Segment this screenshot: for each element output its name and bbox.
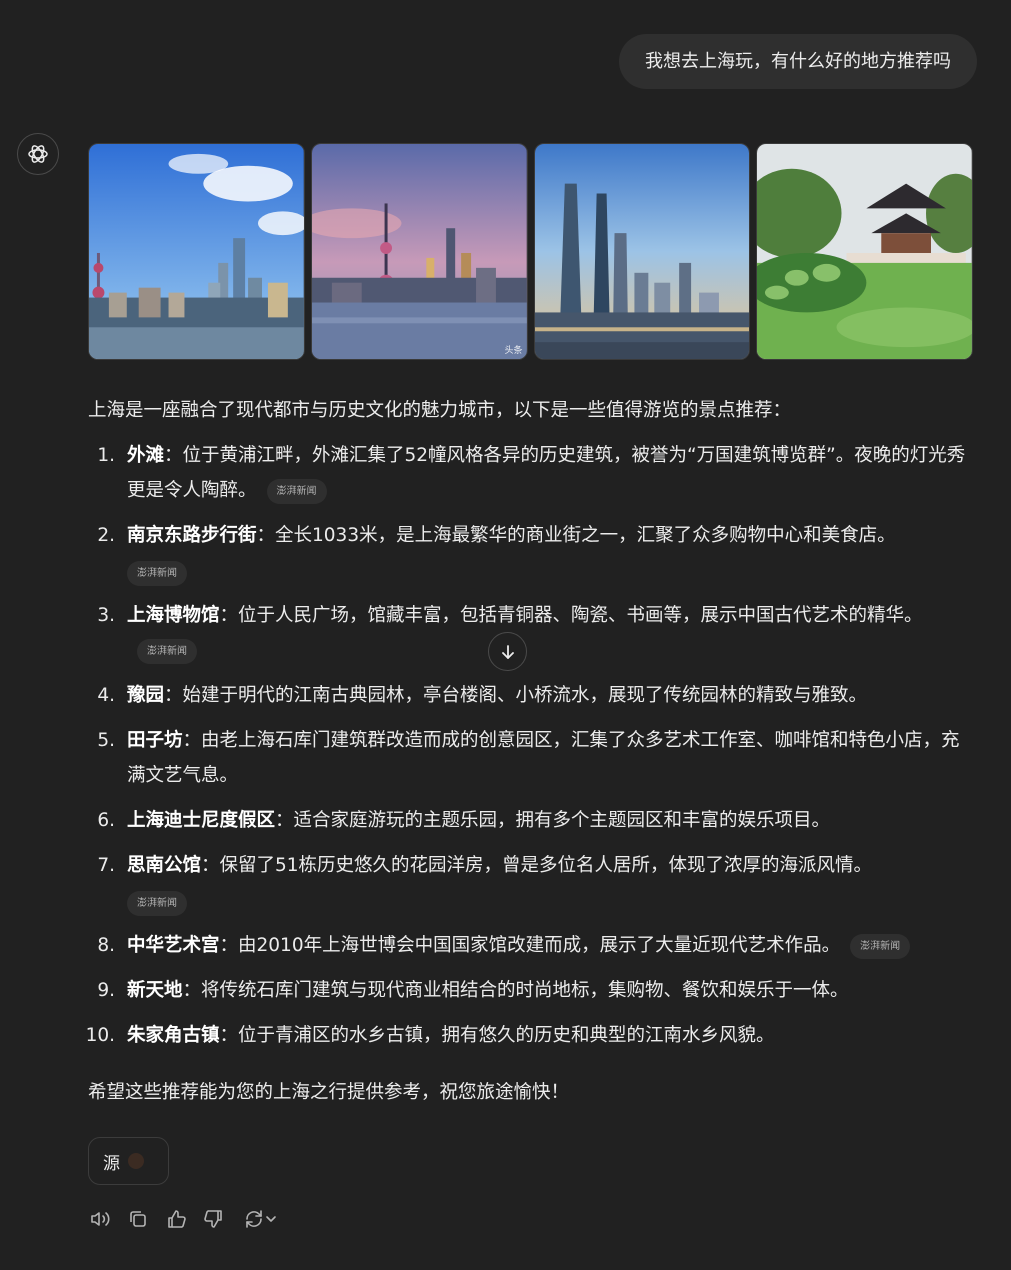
source-favicon-icon [128, 1153, 144, 1169]
assistant-avatar [17, 133, 59, 175]
recommendation-list: 1. 外滩：位于黄浦江畔，外滩汇集了52幢风格各异的历史建筑，被誉为“万国建筑博览… [85, 438, 978, 1053]
intro-text: 上海是一座融合了现代都市与历史文化的魅力城市，以下是一些值得游览的景点推荐： [88, 400, 792, 421]
message-actions [88, 1207, 280, 1231]
item-name: 上海博物馆 [127, 605, 220, 626]
image-gallery: 头条 [88, 143, 973, 360]
citation-chip[interactable]: 澎湃新闻 [137, 638, 197, 664]
list-item: 8. 中华艺术宫：由2010年上海世博会中国国家馆改建而成，展示了大量近现代艺术作… [88, 928, 978, 963]
bund-skyline-image[interactable] [88, 143, 305, 360]
list-item: 9. 新天地：将传统石库门建筑与现代商业相结合的时尚地标，集购物、餐饮和娱乐于一体… [97, 980, 849, 1001]
thumbs-up-icon [168, 1210, 186, 1228]
citation-chip[interactable]: 澎湃新闻 [266, 478, 327, 504]
item-name: 思南公馆 [127, 855, 202, 876]
item-name: 上海迪士尼度假区 [127, 810, 276, 831]
item-desc: ：位于青浦区的水乡古镇，拥有悠久的历史和典型的江南水乡风貌。 [219, 1025, 775, 1046]
scroll-to-bottom-button[interactable] [488, 632, 527, 671]
item-name: 外滩 [127, 445, 165, 466]
read-aloud-button[interactable] [88, 1207, 112, 1231]
item-name: 豫园 [127, 685, 165, 706]
assistant-response: 上海是一座融合了现代都市与历史文化的魅力城市，以下是一些值得游览的景点推荐： 1… [85, 393, 978, 1110]
regenerate-button[interactable] [240, 1207, 280, 1231]
item-desc: ：位于黄浦江畔，外滩汇集了52幢风格各异的历史建筑，被誉为“万国建筑博览群”。夜… [127, 445, 966, 501]
citation-chip[interactable]: 澎湃新闻 [127, 560, 187, 586]
pudong-skyline-image[interactable]: 头条 [310, 143, 528, 360]
item-desc: ：由2010年上海世博会中国国家馆改建而成，展示了大量近现代艺术作品。 [219, 935, 841, 956]
item-desc: ：保留了51栋历史悠久的花园洋房，曾是多位名人居所，体现了浓厚的海派风情。 [201, 855, 873, 876]
thumbs-up-button[interactable] [164, 1207, 188, 1231]
outro-text: 希望这些推荐能为您的上海之行提供参考，祝您旅途愉快！ [88, 1082, 570, 1103]
user-message-bubble: 我想去上海玩，有什么好的地方推荐吗 [619, 34, 977, 89]
arrow-down-icon [501, 644, 514, 659]
citation-chip[interactable]: 澎湃新闻 [127, 890, 187, 916]
list-item: 1. 外滩：位于黄浦江畔，外滩汇集了52幢风格各异的历史建筑，被誉为“万国建筑博览… [88, 438, 978, 508]
list-item: 10. 朱家角古镇：位于青浦区的水乡古镇，拥有悠久的历史和典型的江南水乡风貌。 [85, 1025, 775, 1046]
item-desc: ：始建于明代的江南古典园林，亭台楼阁、小桥流水，展现了传统园林的精致与雅致。 [164, 685, 868, 706]
read-aloud-icon [91, 1212, 110, 1226]
thumbs-down-button[interactable] [202, 1207, 226, 1231]
sources-label: 源 [103, 1153, 120, 1174]
copy-icon [130, 1211, 146, 1227]
item-name: 南京东路步行街 [127, 525, 257, 546]
item-desc: ：将传统石库门建筑与现代商业相结合的时尚地标，集购物、餐饮和娱乐于一体。 [182, 980, 849, 1001]
list-item: 3. 上海博物馆：位于人民广场，馆藏丰富，包括青铜器、陶瓷、书画等，展示中国古代艺… [88, 598, 978, 668]
openai-logo-icon [28, 145, 48, 163]
item-desc: ：适合家庭游玩的主题乐园，拥有多个主题园区和丰富的娱乐项目。 [275, 810, 831, 831]
item-name: 田子坊 [127, 730, 183, 751]
list-item: 5. 田子坊：由老上海石库门建筑群改造而成的创意园区，汇集了众多艺术工作室、咖啡馆… [97, 730, 960, 786]
lujiazui-towers-image[interactable] [533, 143, 751, 360]
chevron-down-icon [266, 1216, 276, 1222]
list-item: 4. 豫园：始建于明代的江南古典园林，亭台楼阁、小桥流水，展现了传统园林的精致与雅… [97, 685, 868, 706]
list-item: 6. 上海迪士尼度假区：适合家庭游玩的主题乐园，拥有多个主题园区和丰富的娱乐项目。 [97, 810, 831, 831]
regenerate-icon [246, 1210, 262, 1228]
yu-garden-image[interactable] [756, 143, 973, 360]
thumbs-down-icon [204, 1210, 222, 1228]
item-name: 朱家角古镇 [127, 1025, 220, 1046]
item-desc: ：全长1033米，是上海最繁华的商业街之一，汇聚了众多购物中心和美食店。 [256, 525, 896, 546]
list-item: 2. 南京东路步行街：全长1033米，是上海最繁华的商业街之一，汇聚了众多购物中心… [88, 518, 978, 588]
copy-button[interactable] [126, 1207, 150, 1231]
item-name: 新天地 [127, 980, 183, 1001]
item-desc: ：位于人民广场，馆藏丰富，包括青铜器、陶瓷、书画等，展示中国古代艺术的精华。 [219, 605, 923, 626]
item-name: 中华艺术宫 [127, 935, 220, 956]
citation-chip[interactable]: 澎湃新闻 [850, 933, 911, 959]
item-desc: ：由老上海石库门建筑群改造而成的创意园区，汇集了众多艺术工作室、咖啡馆和特色小店… [127, 730, 960, 786]
list-item: 7. 思南公馆：保留了51栋历史悠久的花园洋房，曾是多位名人居所，体现了浓厚的海派… [88, 848, 978, 918]
sources-button[interactable]: 源 [88, 1137, 169, 1185]
